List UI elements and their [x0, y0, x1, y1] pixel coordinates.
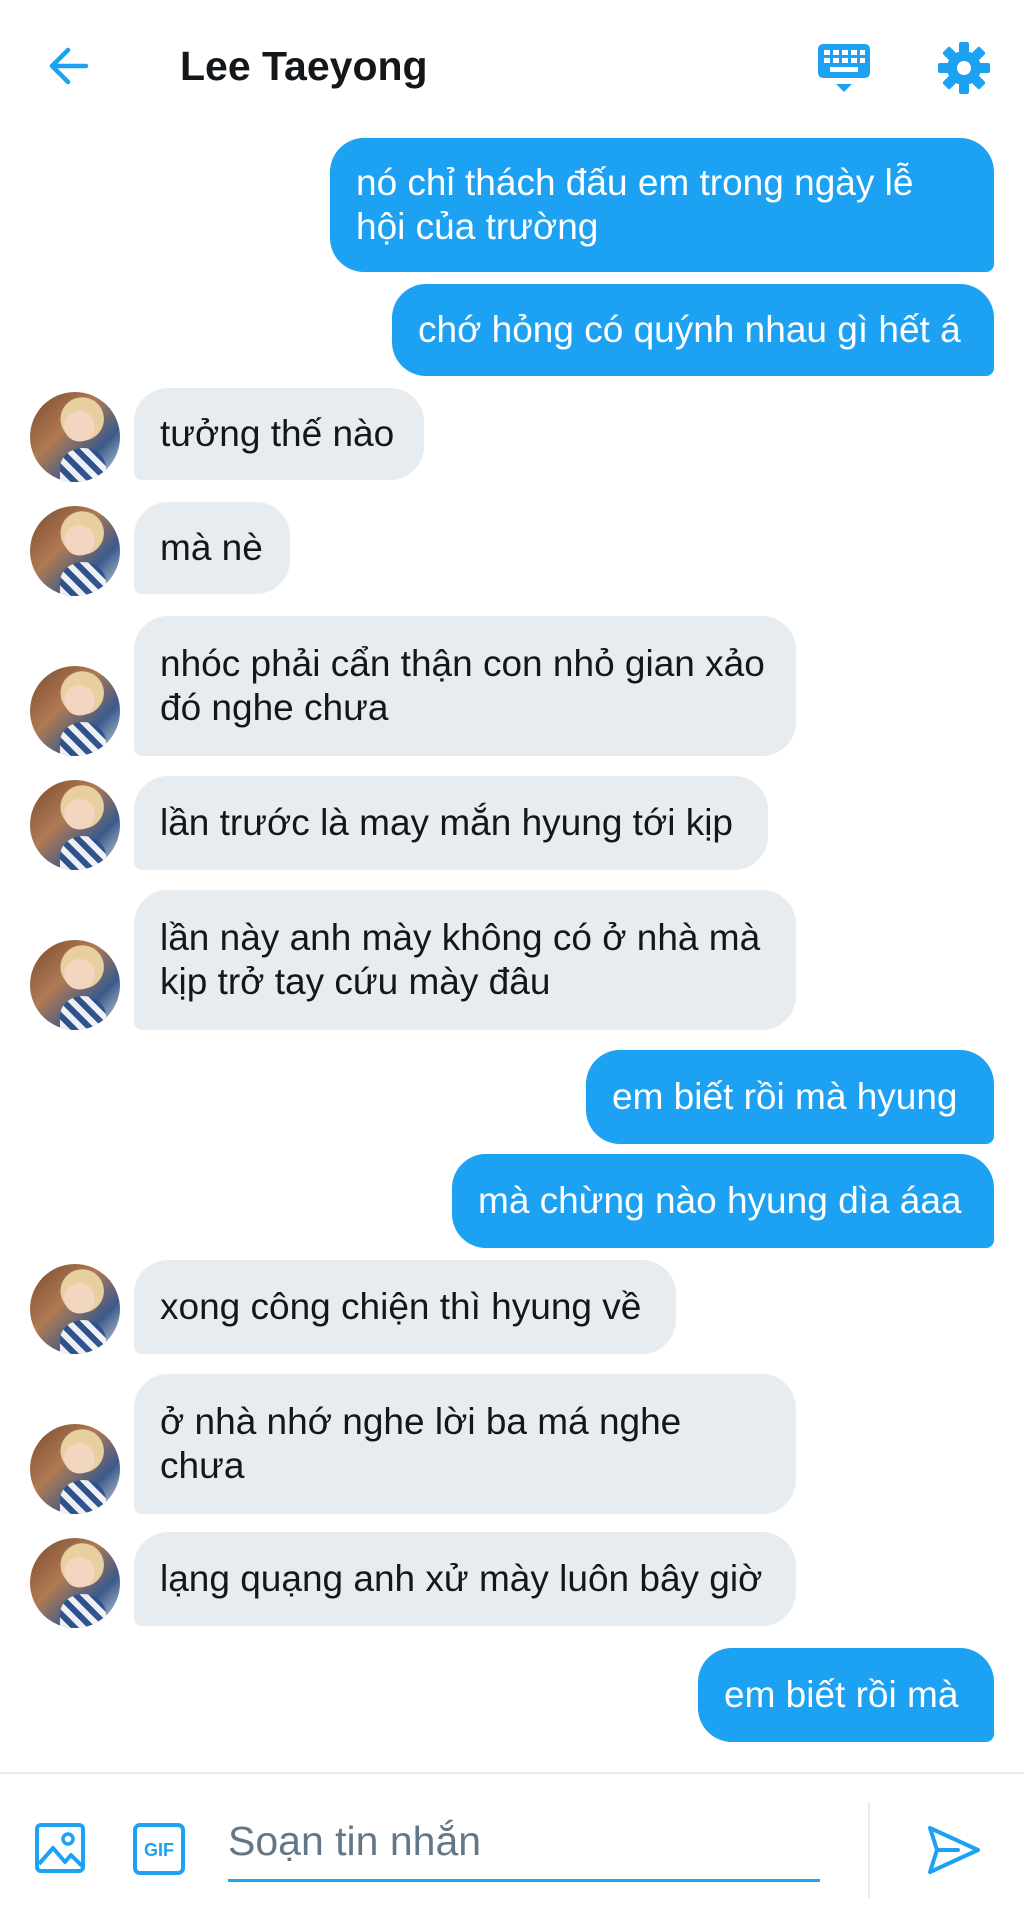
message-bubble-incoming[interactable]: lạng quạng anh xử mày luôn bây giờ: [134, 1532, 796, 1626]
gif-label: GIF: [144, 1840, 174, 1860]
add-image-button[interactable]: [34, 1822, 86, 1874]
message-bubble-incoming[interactable]: tưởng thế nào: [134, 388, 424, 480]
message-bubble-incoming[interactable]: ở nhà nhớ nghe lời ba má nghe chưa: [134, 1374, 796, 1514]
avatar[interactable]: [30, 940, 120, 1030]
send-button[interactable]: [924, 1820, 984, 1880]
avatar[interactable]: [30, 506, 120, 596]
message-input[interactable]: [228, 1804, 820, 1879]
message-input-wrapper: [228, 1804, 820, 1882]
avatar[interactable]: [30, 392, 120, 482]
message-bubble-incoming[interactable]: nhóc phải cẩn thận con nhỏ gian xảo đó n…: [134, 616, 796, 756]
avatar[interactable]: [30, 1424, 120, 1514]
message-composer: GIF: [0, 1772, 1024, 1920]
send-icon: [928, 1826, 980, 1874]
message-bubble-outgoing[interactable]: em biết rồi mà: [698, 1648, 994, 1742]
avatar[interactable]: [30, 666, 120, 756]
avatar[interactable]: [30, 1538, 120, 1628]
message-bubble-incoming[interactable]: xong công chiện thì hyung về: [134, 1260, 676, 1354]
message-bubble-outgoing[interactable]: nó chỉ thách đấu em trong ngày lễ hội củ…: [330, 138, 994, 272]
message-bubble-incoming[interactable]: lần này anh mày không có ở nhà mà kịp tr…: [134, 890, 796, 1030]
avatar[interactable]: [30, 780, 120, 870]
message-list[interactable]: nó chỉ thách đấu em trong ngày lễ hội củ…: [0, 0, 1024, 1770]
message-bubble-outgoing[interactable]: em biết rồi mà hyung: [586, 1050, 994, 1144]
image-icon: [35, 1823, 85, 1873]
gif-button[interactable]: GIF: [132, 1822, 186, 1876]
composer-divider: [868, 1802, 870, 1898]
message-bubble-incoming[interactable]: mà nè: [134, 502, 290, 594]
message-bubble-outgoing[interactable]: chớ hỏng có quýnh nhau gì hết á: [392, 284, 994, 376]
message-bubble-incoming[interactable]: lần trước là may mắn hyung tới kịp: [134, 776, 768, 870]
message-bubble-outgoing[interactable]: mà chừng nào hyung dìa áaa: [452, 1154, 994, 1248]
avatar[interactable]: [30, 1264, 120, 1354]
gif-icon: GIF: [133, 1823, 185, 1875]
